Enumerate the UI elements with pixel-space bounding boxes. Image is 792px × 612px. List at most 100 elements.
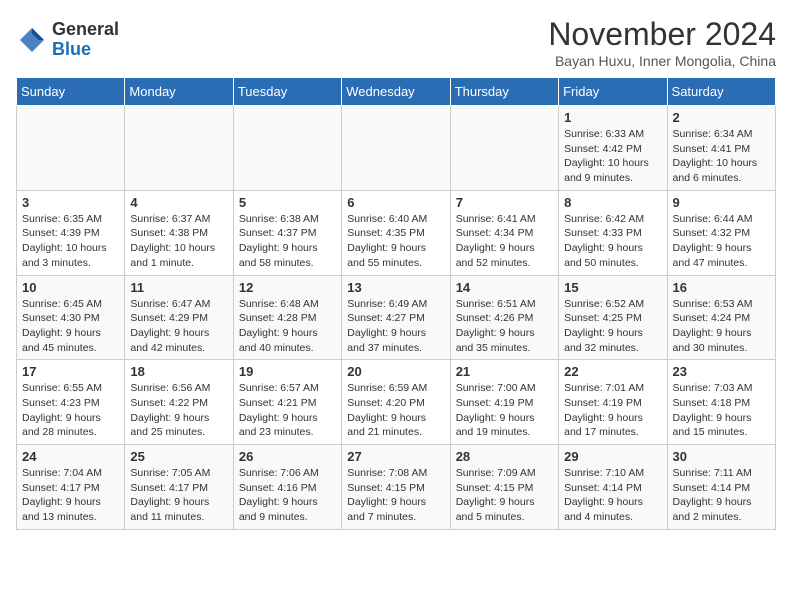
day-number: 6	[347, 195, 444, 210]
logo-general-text: General	[52, 20, 119, 40]
calendar-body: 1Sunrise: 6:33 AMSunset: 4:42 PMDaylight…	[17, 106, 776, 530]
calendar-cell: 21Sunrise: 7:00 AMSunset: 4:19 PMDayligh…	[450, 360, 558, 445]
day-info: Sunrise: 7:01 AMSunset: 4:19 PMDaylight:…	[564, 381, 661, 440]
day-info: Sunrise: 6:38 AMSunset: 4:37 PMDaylight:…	[239, 212, 336, 271]
day-info: Sunrise: 6:55 AMSunset: 4:23 PMDaylight:…	[22, 381, 119, 440]
calendar-cell: 10 Sunrise: 6:45 AMSunset: 4:30 PMDayligh…	[17, 275, 125, 360]
day-number: 17	[22, 364, 119, 379]
calendar-cell: 23 Sunrise: 7:03 AMSunset: 4:18 PMDayligh…	[667, 360, 775, 445]
day-info: Sunrise: 7:10 AMSunset: 4:14 PMDaylight:…	[564, 466, 661, 525]
header-monday: Monday	[125, 78, 233, 106]
day-number: 12	[239, 280, 336, 295]
day-number: 24	[22, 449, 119, 464]
calendar-cell: 16 Sunrise: 6:53 AMSunset: 4:24 PMDayligh…	[667, 275, 775, 360]
day-info: Sunrise: 6:57 AMSunset: 4:21 PMDaylight:…	[239, 381, 336, 440]
day-info: Sunrise: 6:51 AMSunset: 4:26 PMDaylight:…	[456, 297, 553, 356]
header-sunday: Sunday	[17, 78, 125, 106]
day-info: Sunrise: 7:03 AMSunset: 4:18 PMDaylight:…	[673, 381, 770, 440]
calendar-cell: 8Sunrise: 6:42 AMSunset: 4:33 PMDaylight…	[559, 190, 667, 275]
day-info: Sunrise: 6:48 AMSunset: 4:28 PMDaylight:…	[239, 297, 336, 356]
day-info: Sunrise: 6:52 AMSunset: 4:25 PMDaylight:…	[564, 297, 661, 356]
day-info: Sunrise: 6:59 AMSunset: 4:20 PMDaylight:…	[347, 381, 444, 440]
calendar-cell: 22 Sunrise: 7:01 AMSunset: 4:19 PMDayligh…	[559, 360, 667, 445]
title-area: November 2024 Bayan Huxu, Inner Mongolia…	[548, 16, 776, 69]
calendar-cell: 1Sunrise: 6:33 AMSunset: 4:42 PMDaylight…	[559, 106, 667, 191]
calendar-cell: 4 Sunrise: 6:37 AMSunset: 4:38 PMDaylight…	[125, 190, 233, 275]
calendar-cell: 29Sunrise: 7:10 AMSunset: 4:14 PMDayligh…	[559, 445, 667, 530]
calendar-cell: 12 Sunrise: 6:48 AMSunset: 4:28 PMDayligh…	[233, 275, 341, 360]
header-thursday: Thursday	[450, 78, 558, 106]
calendar-cell	[125, 106, 233, 191]
calendar-cell: 14 Sunrise: 6:51 AMSunset: 4:26 PMDayligh…	[450, 275, 558, 360]
header: General Blue November 2024 Bayan Huxu, I…	[16, 16, 776, 69]
calendar-cell: 24 Sunrise: 7:04 AMSunset: 4:17 PMDayligh…	[17, 445, 125, 530]
calendar-cell: 7 Sunrise: 6:41 AMSunset: 4:34 PMDaylight…	[450, 190, 558, 275]
calendar-week-1: 1Sunrise: 6:33 AMSunset: 4:42 PMDaylight…	[17, 106, 776, 191]
calendar-cell: 2Sunrise: 6:34 AMSunset: 4:41 PMDaylight…	[667, 106, 775, 191]
calendar-cell: 15 Sunrise: 6:52 AMSunset: 4:25 PMDayligh…	[559, 275, 667, 360]
day-number: 7	[456, 195, 553, 210]
day-number: 9	[673, 195, 770, 210]
day-info: Sunrise: 6:37 AMSunset: 4:38 PMDaylight:…	[130, 212, 227, 271]
calendar-cell: 3 Sunrise: 6:35 AMSunset: 4:39 PMDaylight…	[17, 190, 125, 275]
calendar-cell	[342, 106, 450, 191]
day-number: 10	[22, 280, 119, 295]
day-info: Sunrise: 6:53 AMSunset: 4:24 PMDaylight:…	[673, 297, 770, 356]
day-number: 15	[564, 280, 661, 295]
day-number: 4	[130, 195, 227, 210]
day-info: Sunrise: 6:33 AMSunset: 4:42 PMDaylight:…	[564, 127, 661, 186]
day-number: 26	[239, 449, 336, 464]
calendar-cell: 20 Sunrise: 6:59 AMSunset: 4:20 PMDayligh…	[342, 360, 450, 445]
day-number: 14	[456, 280, 553, 295]
day-number: 13	[347, 280, 444, 295]
header-row: Sunday Monday Tuesday Wednesday Thursday…	[17, 78, 776, 106]
logo-blue-text: Blue	[52, 40, 119, 60]
calendar-cell: 6 Sunrise: 6:40 AMSunset: 4:35 PMDaylight…	[342, 190, 450, 275]
calendar-cell: 18Sunrise: 6:56 AMSunset: 4:22 PMDayligh…	[125, 360, 233, 445]
day-info: Sunrise: 7:04 AMSunset: 4:17 PMDaylight:…	[22, 466, 119, 525]
header-saturday: Saturday	[667, 78, 775, 106]
day-number: 18	[130, 364, 227, 379]
day-number: 16	[673, 280, 770, 295]
day-number: 23	[673, 364, 770, 379]
header-tuesday: Tuesday	[233, 78, 341, 106]
location-subtitle: Bayan Huxu, Inner Mongolia, China	[548, 53, 776, 69]
day-info: Sunrise: 6:42 AMSunset: 4:33 PMDaylight:…	[564, 212, 661, 271]
day-number: 30	[673, 449, 770, 464]
calendar-cell: 25Sunrise: 7:05 AMSunset: 4:17 PMDayligh…	[125, 445, 233, 530]
day-info: Sunrise: 7:11 AMSunset: 4:14 PMDaylight:…	[673, 466, 770, 525]
day-number: 20	[347, 364, 444, 379]
day-number: 5	[239, 195, 336, 210]
calendar-cell: 13 Sunrise: 6:49 AMSunset: 4:27 PMDayligh…	[342, 275, 450, 360]
day-number: 3	[22, 195, 119, 210]
logo: General Blue	[16, 20, 119, 60]
header-friday: Friday	[559, 78, 667, 106]
day-number: 19	[239, 364, 336, 379]
day-info: Sunrise: 7:05 AMSunset: 4:17 PMDaylight:…	[130, 466, 227, 525]
calendar-cell	[450, 106, 558, 191]
day-number: 11	[130, 280, 227, 295]
day-info: Sunrise: 6:40 AMSunset: 4:35 PMDaylight:…	[347, 212, 444, 271]
calendar-cell: 26 Sunrise: 7:06 AMSunset: 4:16 PMDayligh…	[233, 445, 341, 530]
day-info: Sunrise: 6:44 AMSunset: 4:32 PMDaylight:…	[673, 212, 770, 271]
day-info: Sunrise: 6:41 AMSunset: 4:34 PMDaylight:…	[456, 212, 553, 271]
calendar-cell	[233, 106, 341, 191]
day-number: 27	[347, 449, 444, 464]
day-number: 21	[456, 364, 553, 379]
calendar-cell: 5 Sunrise: 6:38 AMSunset: 4:37 PMDaylight…	[233, 190, 341, 275]
calendar-cell: 17 Sunrise: 6:55 AMSunset: 4:23 PMDayligh…	[17, 360, 125, 445]
calendar-cell: 11Sunrise: 6:47 AMSunset: 4:29 PMDayligh…	[125, 275, 233, 360]
day-number: 28	[456, 449, 553, 464]
day-info: Sunrise: 6:45 AMSunset: 4:30 PMDaylight:…	[22, 297, 119, 356]
day-info: Sunrise: 7:08 AMSunset: 4:15 PMDaylight:…	[347, 466, 444, 525]
calendar-cell: 28Sunrise: 7:09 AMSunset: 4:15 PMDayligh…	[450, 445, 558, 530]
logo-icon	[16, 24, 48, 56]
day-info: Sunrise: 7:06 AMSunset: 4:16 PMDaylight:…	[239, 466, 336, 525]
day-info: Sunrise: 6:35 AMSunset: 4:39 PMDaylight:…	[22, 212, 119, 271]
calendar-cell: 30 Sunrise: 7:11 AMSunset: 4:14 PMDayligh…	[667, 445, 775, 530]
day-number: 22	[564, 364, 661, 379]
calendar-cell: 9 Sunrise: 6:44 AMSunset: 4:32 PMDaylight…	[667, 190, 775, 275]
day-info: Sunrise: 6:49 AMSunset: 4:27 PMDaylight:…	[347, 297, 444, 356]
calendar-cell: 27 Sunrise: 7:08 AMSunset: 4:15 PMDayligh…	[342, 445, 450, 530]
day-number: 2	[673, 110, 770, 125]
